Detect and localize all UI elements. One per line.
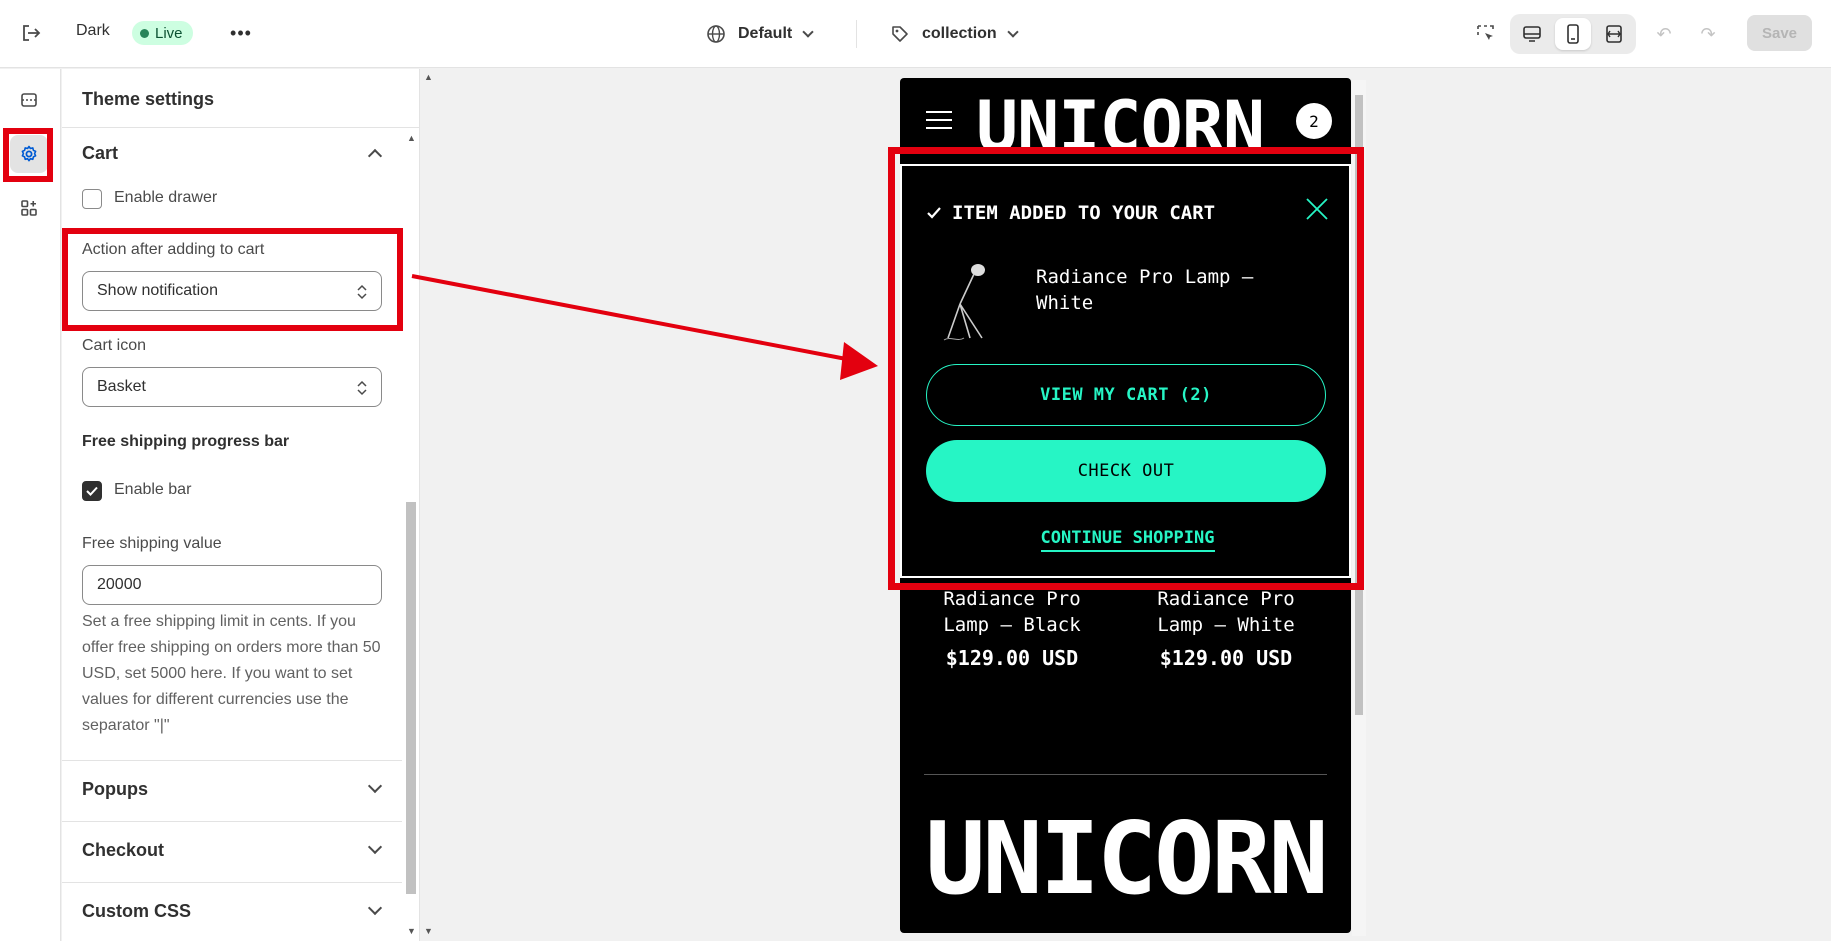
- product-price: $129.00 USD: [1159, 646, 1293, 670]
- divider: [62, 882, 402, 883]
- highlight-box-notification: [888, 147, 1364, 590]
- cart-section-heading[interactable]: Cart: [82, 143, 118, 164]
- scroll-up-arrow-icon[interactable]: ▲: [424, 72, 433, 82]
- divider: [856, 20, 857, 48]
- fullwidth-icon: [1605, 25, 1622, 43]
- enable-drawer-checkbox[interactable]: [82, 189, 102, 209]
- product-price: $129.00 USD: [945, 646, 1079, 670]
- desktop-icon: [1523, 26, 1542, 42]
- scroll-down-arrow-icon[interactable]: ▼: [407, 926, 416, 936]
- cart-icon-select[interactable]: Basket: [82, 367, 382, 407]
- free-shipping-heading: Free shipping progress bar: [82, 433, 290, 450]
- checkout-section-heading[interactable]: Checkout: [82, 840, 164, 861]
- theme-settings-panel: Theme settings Cart Enable drawer Action…: [62, 69, 420, 941]
- globe-icon: [707, 25, 725, 43]
- cart-count-badge[interactable]: 2: [1296, 103, 1332, 139]
- highlight-box-settings: [3, 128, 53, 182]
- fullwidth-view-button[interactable]: [1595, 18, 1632, 50]
- exit-icon[interactable]: [18, 20, 44, 46]
- checkmark-icon: [86, 486, 98, 496]
- chevron-down-icon[interactable]: [367, 839, 383, 855]
- language-selector[interactable]: Default: [706, 20, 814, 48]
- chevron-down-icon: [802, 26, 814, 38]
- enable-bar-label: Enable bar: [114, 481, 192, 498]
- enable-drawer-label: Enable drawer: [114, 189, 218, 206]
- mobile-icon: [1567, 24, 1579, 44]
- annotation-arrow: [411, 274, 878, 380]
- popups-section-heading[interactable]: Popups: [82, 779, 148, 800]
- mobile-view-button[interactable]: [1554, 18, 1592, 50]
- chevron-down-icon[interactable]: [367, 778, 383, 794]
- template-selector[interactable]: collection: [890, 20, 1019, 48]
- save-button[interactable]: Save: [1747, 15, 1812, 51]
- divider: [62, 760, 402, 761]
- select-arrows-icon: [357, 380, 367, 396]
- undo-button[interactable]: ↶: [1652, 22, 1676, 46]
- live-badge: Live: [132, 21, 193, 45]
- theme-name: Dark: [76, 22, 110, 39]
- desktop-view-button[interactable]: [1514, 18, 1551, 50]
- product-card[interactable]: Radiance Pro Lamp — White $129.00 USD: [1136, 586, 1316, 670]
- sections-icon: [21, 93, 37, 107]
- divider: [924, 774, 1327, 775]
- highlight-box-action-setting: [62, 228, 403, 331]
- chevron-down-icon[interactable]: [367, 900, 383, 916]
- divider: [62, 127, 419, 128]
- footer-logo: UNICORN: [925, 800, 1328, 917]
- scroll-down-arrow-icon[interactable]: ▼: [424, 926, 433, 936]
- apps-button[interactable]: [10, 189, 48, 227]
- panel-scrollbar[interactable]: [406, 502, 416, 894]
- custom-css-section-heading[interactable]: Custom CSS: [82, 901, 191, 922]
- free-shipping-help-text: Set a free shipping limit in cents. If y…: [82, 613, 381, 734]
- product-card[interactable]: Radiance Pro Lamp — Black $129.00 USD: [922, 586, 1102, 670]
- more-actions-button[interactable]: •••: [228, 20, 254, 46]
- inspector-icon[interactable]: [1472, 20, 1500, 48]
- product-title[interactable]: Radiance Pro Lamp — Black: [922, 586, 1102, 638]
- chevron-down-icon: [1007, 26, 1019, 38]
- live-badge-label: Live: [155, 24, 183, 42]
- redo-button[interactable]: ↷: [1696, 22, 1720, 46]
- free-shipping-value-input[interactable]: 20000: [82, 565, 382, 605]
- product-title[interactable]: Radiance Pro Lamp — White: [1136, 586, 1316, 638]
- left-icon-rail: [0, 69, 61, 941]
- device-toggle-group: [1510, 14, 1636, 54]
- sections-button[interactable]: [10, 81, 48, 119]
- tag-icon: [892, 26, 908, 42]
- divider: [62, 821, 402, 822]
- panel-title: Theme settings: [82, 89, 215, 109]
- cart-icon-value: Basket: [97, 378, 146, 395]
- enable-bar-checkbox[interactable]: [82, 481, 102, 501]
- hamburger-menu-icon[interactable]: [926, 111, 952, 129]
- apps-icon: [21, 200, 37, 216]
- chevron-up-icon[interactable]: [367, 148, 383, 164]
- template-label: collection: [922, 25, 997, 42]
- language-label: Default: [738, 25, 793, 42]
- top-bar: Dark Live ••• Default collection ↶ ↷ Sav…: [0, 0, 1831, 68]
- cart-icon-label: Cart icon: [82, 337, 147, 354]
- free-shipping-value-label: Free shipping value: [82, 535, 222, 552]
- scroll-up-arrow-icon[interactable]: ▲: [407, 133, 416, 143]
- live-dot-icon: [140, 28, 149, 38]
